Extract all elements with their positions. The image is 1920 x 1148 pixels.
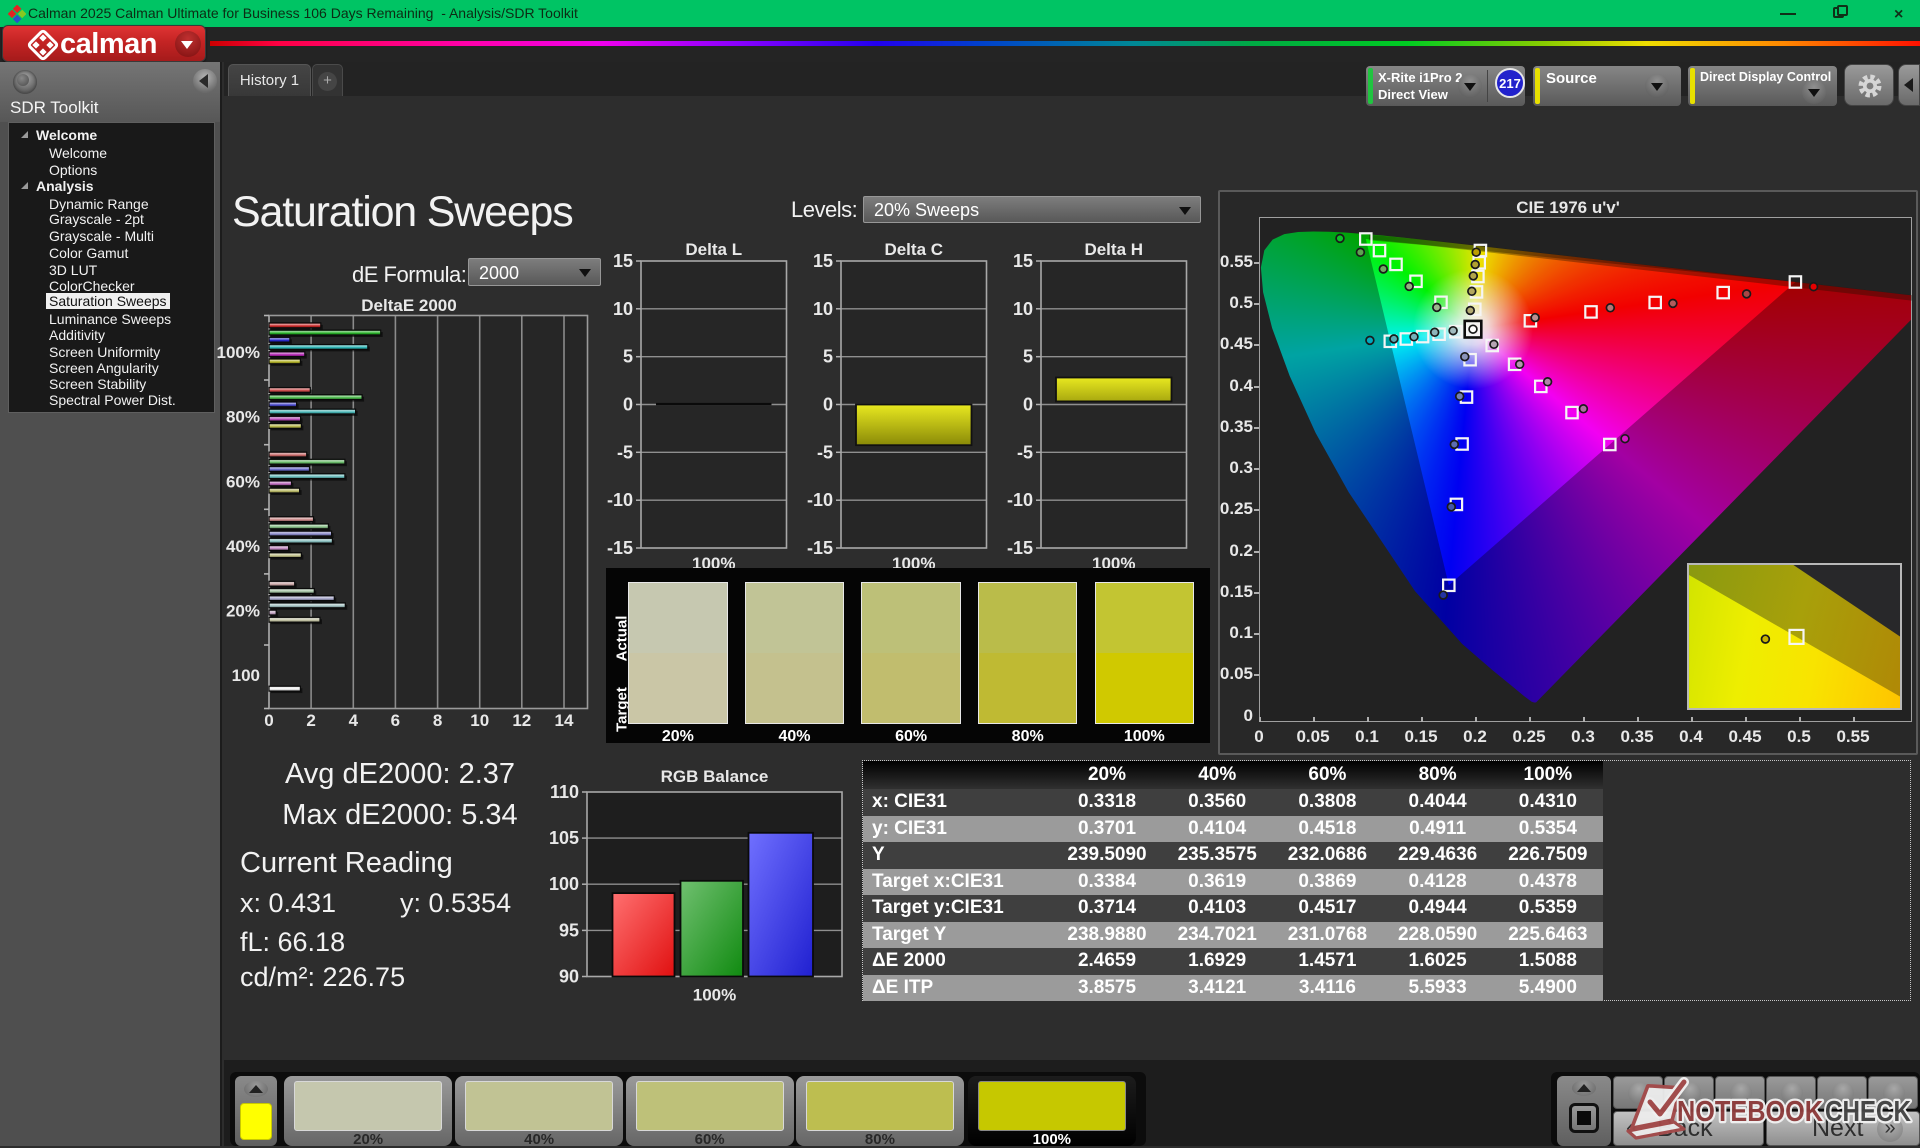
svg-text:-5: -5 [817,442,833,462]
svg-text:DeltaE 2000: DeltaE 2000 [361,296,456,315]
svg-text:0: 0 [823,395,833,415]
svg-text:-15: -15 [1007,538,1033,558]
svg-text:Delta C: Delta C [884,240,943,259]
svg-text:0: 0 [264,711,273,730]
svg-text:Delta H: Delta H [1084,240,1143,259]
svg-text:10: 10 [813,299,833,319]
svg-text:8: 8 [433,711,442,730]
svg-text:NOTEBOOK: NOTEBOOK [1677,1096,1823,1128]
svg-text:60%: 60% [226,472,260,491]
svg-text:95: 95 [559,920,579,940]
svg-text:100: 100 [549,874,579,894]
svg-text:80%: 80% [226,408,260,427]
svg-text:0: 0 [623,395,633,415]
svg-text:100%: 100% [693,986,736,1005]
svg-text:105: 105 [549,828,579,848]
svg-text:100%: 100% [892,554,935,569]
svg-text:90: 90 [559,967,579,987]
svg-text:12: 12 [512,711,531,730]
svg-text:100%: 100% [1092,554,1135,569]
svg-text:100: 100 [232,666,260,685]
svg-text:15: 15 [613,251,633,271]
svg-text:100%: 100% [217,343,260,362]
svg-text:-15: -15 [607,538,633,558]
svg-text:5: 5 [623,347,633,367]
svg-text:10: 10 [470,711,489,730]
svg-text:14: 14 [555,711,574,730]
svg-text:40%: 40% [226,537,260,556]
svg-text:10: 10 [1013,299,1033,319]
svg-text:RGB Balance: RGB Balance [661,767,769,786]
svg-text:0: 0 [1023,395,1033,415]
svg-text:110: 110 [550,782,579,802]
svg-text:100%: 100% [692,554,735,569]
svg-text:-10: -10 [1007,490,1033,510]
svg-text:20%: 20% [226,602,260,621]
svg-text:-15: -15 [807,538,833,558]
svg-text:15: 15 [813,251,833,271]
svg-text:5: 5 [1023,347,1033,367]
svg-text:-5: -5 [1017,442,1033,462]
svg-text:CHECK: CHECK [1825,1096,1911,1128]
svg-text:2: 2 [306,711,315,730]
svg-text:-5: -5 [617,442,633,462]
svg-text:Delta L: Delta L [685,240,742,259]
svg-text:4: 4 [349,711,359,730]
svg-text:-10: -10 [807,490,833,510]
svg-text:15: 15 [1013,251,1033,271]
svg-text:5: 5 [823,347,833,367]
svg-text:-10: -10 [607,490,633,510]
svg-text:6: 6 [391,711,400,730]
svg-text:10: 10 [613,299,633,319]
